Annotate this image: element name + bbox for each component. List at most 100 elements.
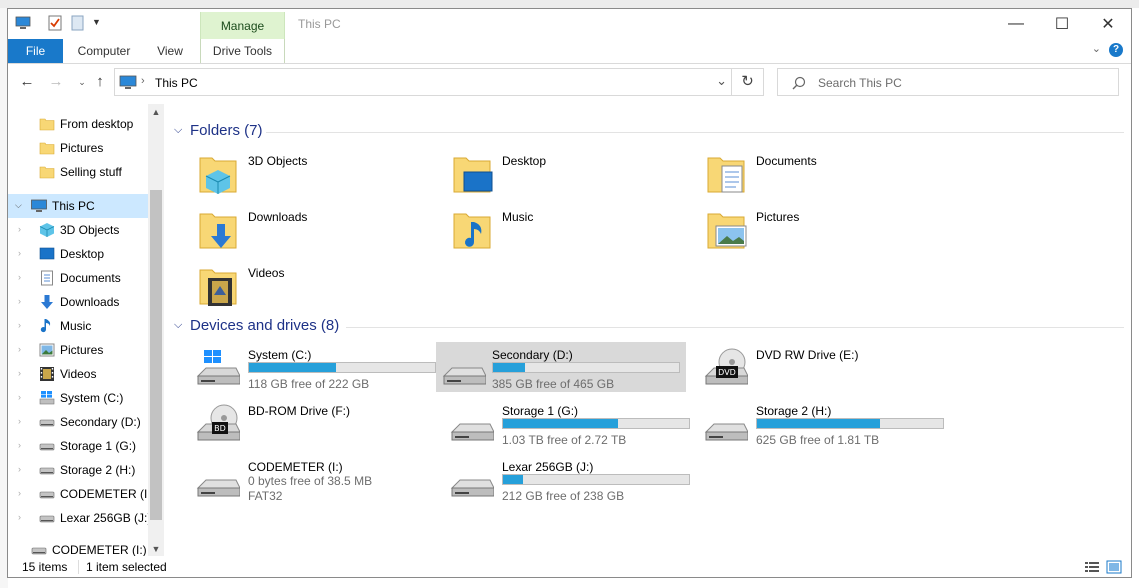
nav-item-desktop[interactable]: › Desktop (8, 242, 148, 266)
collapsed-chevron-icon[interactable]: › (18, 368, 21, 378)
collapsed-chevron-icon[interactable]: › (18, 440, 21, 450)
nav-item-system-c[interactable]: › System (C:) (8, 386, 148, 410)
hard-drive-icon (704, 423, 748, 441)
large-icons-view-icon[interactable] (1106, 560, 1122, 574)
nav-item-lexar-j[interactable]: › Lexar 256GB (J:) (8, 506, 151, 530)
nav-item-videos[interactable]: › Videos (8, 362, 148, 386)
breadcrumb-separator-icon[interactable]: › (141, 75, 145, 87)
svg-text:BD: BD (214, 424, 226, 433)
collapsed-chevron-icon[interactable]: › (18, 296, 21, 306)
collapsed-chevron-icon[interactable]: › (18, 464, 21, 474)
nav-item-codemeter-i[interactable]: › CODEMETER (I:) (8, 482, 155, 506)
recent-locations-chevron-icon[interactable]: ⌄ (72, 72, 92, 92)
nav-item-pictures[interactable]: › Pictures (8, 338, 148, 362)
drive-usage-fill (757, 419, 880, 428)
tab-computer[interactable]: Computer (70, 39, 138, 63)
help-icon[interactable]: ? (1109, 43, 1123, 57)
up-arrow-icon[interactable]: ↑ (90, 72, 110, 92)
drive-tile-storage-2-h[interactable]: Storage 2 (H:) 625 GB free of 1.81 TB (696, 398, 944, 448)
folder-tile-desktop[interactable]: Desktop (442, 148, 690, 200)
downloads-folder-icon (199, 213, 237, 249)
collapsed-chevron-icon[interactable]: › (18, 224, 21, 234)
forward-arrow-icon[interactable]: → (46, 72, 66, 92)
address-bar[interactable]: › This PC ⌄ (114, 68, 732, 96)
nav-item-this-pc[interactable]: ⌵ This PC (8, 194, 148, 218)
details-view-icon[interactable] (1084, 560, 1100, 574)
drive-tile-codemeter-i[interactable]: CODEMETER (I:) 0 bytes free of 38.5 MB F… (188, 454, 436, 520)
drive-usage-bar (492, 362, 680, 373)
nav-item-secondary-d[interactable]: › Secondary (D:) (8, 410, 148, 434)
address-dropdown-chevron-icon[interactable]: ⌄ (716, 73, 727, 89)
nav-item-downloads[interactable]: › Downloads (8, 290, 148, 314)
drive-tile-lexar-j[interactable]: Lexar 256GB (J:) 212 GB free of 238 GB (442, 454, 690, 504)
drive-tile-system-c[interactable]: System (C:) 118 GB free of 222 GB (188, 342, 436, 392)
nav-item-selling-stuff[interactable]: Selling stuff (8, 160, 148, 184)
desktop-icon (39, 247, 55, 260)
nav-item-documents[interactable]: › Documents (8, 266, 148, 290)
drive-tile-dvd-e[interactable]: DVD DVD RW Drive (E:) (696, 342, 944, 392)
expanded-chevron-icon[interactable]: ⌵ (15, 200, 22, 211)
collapsed-chevron-icon[interactable]: › (18, 392, 21, 402)
folder-tile-3d-objects[interactable]: 3D Objects (188, 148, 436, 200)
search-icon (792, 76, 806, 90)
nav-scrollbar[interactable]: ▲ ▼ (148, 104, 164, 556)
manage-tab[interactable]: Manage (200, 12, 285, 39)
nav-item-3d-objects[interactable]: › 3D Objects (8, 218, 148, 242)
folder-tile-documents[interactable]: Documents (696, 148, 944, 200)
status-divider (78, 560, 79, 574)
scroll-down-icon[interactable]: ▼ (148, 544, 164, 554)
nav-item-storage-2-h[interactable]: › Storage 2 (H:) (8, 458, 148, 482)
scroll-thumb[interactable] (150, 190, 162, 520)
nav-item-pictures-folder[interactable]: Pictures (8, 136, 148, 160)
collapsed-chevron-icon[interactable]: › (18, 320, 21, 330)
tab-file[interactable]: File (8, 39, 63, 63)
folder-tile-downloads[interactable]: Downloads (188, 204, 436, 256)
computer-icon[interactable] (15, 15, 31, 31)
drive-tile-secondary-d[interactable]: Secondary (D:) 385 GB free of 465 GB (436, 342, 686, 392)
close-button[interactable]: ✕ (1085, 9, 1131, 39)
collapsed-chevron-icon[interactable]: › (18, 416, 21, 426)
address-location[interactable]: This PC (155, 76, 198, 90)
refresh-icon[interactable]: ↻ (732, 68, 764, 96)
content-pane: ⌵ Folders (7) 3D Objects Desktop Documen… (168, 104, 1131, 556)
collapse-chevron-icon[interactable]: ⌵ (174, 124, 182, 137)
drive-tile-storage-1-g[interactable]: Storage 1 (G:) 1.03 TB free of 2.72 TB (442, 398, 690, 448)
ribbon-expand-chevron-icon[interactable]: ⌄ (1092, 42, 1101, 55)
back-arrow-icon[interactable]: ← (17, 72, 37, 92)
collapsed-chevron-icon[interactable]: › (18, 272, 21, 282)
folder-tile-pictures[interactable]: Pictures (696, 204, 944, 256)
nav-item-codemeter-i-root[interactable]: CODEMETER (I:) (8, 538, 148, 556)
maximize-button[interactable]: ☐ (1039, 9, 1085, 39)
drive-icon (31, 547, 47, 555)
nav-item-from-desktop[interactable]: From desktop (8, 112, 148, 136)
section-divider (266, 132, 1124, 133)
collapsed-chevron-icon[interactable]: › (18, 344, 21, 354)
search-input[interactable]: Search This PC (777, 68, 1119, 96)
collapse-chevron-icon[interactable]: ⌵ (174, 319, 182, 332)
folder-tile-music[interactable]: Music (442, 204, 690, 256)
properties-icon[interactable] (47, 15, 63, 31)
window-title: This PC (298, 17, 341, 31)
nav-item-music[interactable]: › Music (8, 314, 148, 338)
pictures-icon (39, 343, 55, 357)
navigation-pane: From desktop Pictures Selling stuff ⌵ Th… (8, 104, 163, 556)
drive-tile-bd-rom-f[interactable]: BD BD-ROM Drive (F:) (188, 398, 436, 448)
quick-access-dropdown-icon[interactable]: ▼ (92, 17, 108, 33)
ribbon-tabs: File Computer View Drive Tools ⌄ ? (8, 39, 1131, 64)
computer-icon (119, 75, 137, 89)
drive-usage-bar (248, 362, 436, 373)
collapsed-chevron-icon[interactable]: › (18, 488, 21, 498)
search-placeholder: Search This PC (818, 76, 902, 90)
nav-item-storage-1-g[interactable]: › Storage 1 (G:) (8, 434, 148, 458)
tab-drive-tools[interactable]: Drive Tools (200, 39, 285, 63)
drive-icon (39, 467, 55, 475)
documents-icon (41, 270, 53, 286)
folder-tile-videos[interactable]: Videos (188, 260, 436, 312)
new-folder-icon[interactable] (70, 15, 86, 31)
collapsed-chevron-icon[interactable]: › (18, 248, 21, 258)
scroll-up-icon[interactable]: ▲ (148, 107, 164, 117)
cube-icon (39, 223, 55, 237)
tab-view[interactable]: View (148, 39, 192, 63)
collapsed-chevron-icon[interactable]: › (18, 512, 21, 522)
minimize-button[interactable]: — (993, 9, 1039, 39)
